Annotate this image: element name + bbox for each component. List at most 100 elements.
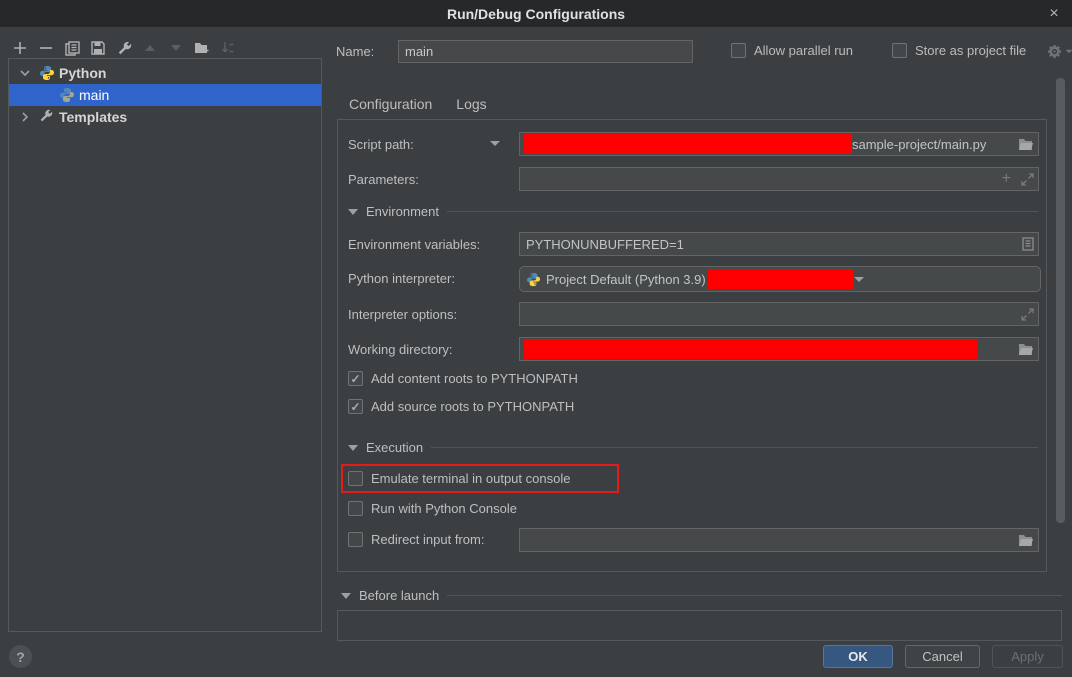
before-launch-section-header[interactable]: Before launch [341,588,1062,603]
env-vars-field[interactable]: PYTHONUNBUFFERED=1 [519,232,1039,256]
script-path-row: Script path: [348,132,414,156]
parameters-row: Parameters: [348,167,419,191]
checkbox-unchecked[interactable] [348,471,363,486]
tree-item-main[interactable]: main [9,84,321,106]
folder-icon[interactable] [1018,534,1034,547]
browse-variables-icon[interactable] [1022,237,1034,251]
script-path-dropdown-icon[interactable] [490,141,500,146]
checkbox-unchecked[interactable] [348,501,363,516]
name-label: Name: [336,44,374,59]
env-vars-value: PYTHONUNBUFFERED=1 [524,237,684,252]
store-as-project-file-label: Store as project file [915,43,1026,58]
working-directory-label: Working directory: [348,342,453,357]
tree-item-python[interactable]: Python [9,62,321,84]
python-icon [39,65,55,81]
script-path-field[interactable]: sample-project/main.py [519,132,1039,156]
section-divider [431,447,1038,448]
working-directory-row: Working directory: [348,337,453,361]
add-content-roots-checkbox[interactable]: ✓ Add content roots to PYTHONPATH [348,371,578,386]
before-launch-list[interactable] [337,610,1062,641]
interpreter-options-label: Interpreter options: [348,307,457,322]
checkbox-checked[interactable]: ✓ [348,399,363,414]
configurations-toolbar [12,39,236,57]
allow-parallel-run-checkbox[interactable]: Allow parallel run [731,43,853,58]
interpreter-options-field[interactable] [519,302,1039,326]
python-icon [526,272,541,287]
expand-field-icon[interactable] [1021,173,1034,186]
execution-section-label: Execution [366,440,423,455]
emulate-terminal-checkbox[interactable]: Emulate terminal in output console [348,471,570,486]
add-configuration-button[interactable] [12,40,28,56]
tree-item-label: Python [59,65,106,81]
vertical-scrollbar[interactable] [1056,78,1065,523]
ok-button[interactable]: OK [823,645,893,668]
before-launch-label: Before launch [359,588,439,603]
allow-parallel-run-label: Allow parallel run [754,43,853,58]
interpreter-label: Python interpreter: [348,271,455,286]
run-debug-configurations-dialog: Run/Debug Configurations × [0,0,1072,677]
parameters-field[interactable]: + [519,167,1039,191]
name-input[interactable] [398,40,693,63]
checkbox-checked[interactable]: ✓ [348,371,363,386]
close-icon[interactable]: × [1044,4,1064,24]
new-folder-icon[interactable] [194,40,210,56]
copy-configuration-icon[interactable] [64,40,80,56]
save-configuration-icon[interactable] [90,40,106,56]
tree-item-templates[interactable]: Templates [9,106,321,128]
redirect-input-field[interactable] [519,528,1039,552]
checkbox-unchecked[interactable] [348,532,363,547]
redaction-overlay [524,134,852,154]
chevron-down-icon [1066,50,1072,54]
section-divider [447,211,1038,212]
remove-configuration-button[interactable] [38,40,54,56]
python-icon [59,87,75,103]
add-source-roots-checkbox[interactable]: ✓ Add source roots to PYTHONPATH [348,399,574,414]
store-as-project-file-checkbox[interactable]: Store as project file [892,43,1026,58]
checkbox-unchecked[interactable] [731,43,746,58]
expand-field-icon[interactable] [1021,308,1034,321]
tree-item-label: Templates [59,109,127,125]
configurations-tree: Python main Templates [8,58,322,632]
titlebar: Run/Debug Configurations × [0,0,1072,27]
section-divider [447,595,1062,596]
environment-section-header[interactable]: Environment [348,204,1038,219]
run-python-console-label: Run with Python Console [371,501,517,516]
env-vars-row: Environment variables: [348,232,480,256]
sort-alphabetically-icon[interactable] [220,40,236,56]
edit-templates-icon[interactable] [116,40,132,56]
configuration-panel: Script path: sample-project/main.py Para… [337,119,1047,572]
folder-icon[interactable] [1018,343,1034,356]
apply-button[interactable]: Apply [992,645,1063,668]
move-up-icon[interactable] [142,40,158,56]
chevron-down-icon[interactable] [19,66,33,80]
add-source-roots-label: Add source roots to PYTHONPATH [371,399,574,414]
collapse-triangle-icon[interactable] [348,445,358,451]
environment-section-label: Environment [366,204,439,219]
redaction-overlay [524,339,977,359]
store-settings-gear[interactable] [1047,44,1072,59]
cancel-button[interactable]: Cancel [905,645,980,668]
redaction-overlay [708,269,854,289]
collapse-triangle-icon[interactable] [341,593,351,599]
emulate-terminal-label: Emulate terminal in output console [371,471,570,486]
gear-icon [1047,44,1062,59]
chevron-right-icon[interactable] [19,110,33,124]
tree-item-label: main [79,87,109,103]
redirect-input-checkbox[interactable]: Redirect input from: [348,532,484,547]
collapse-triangle-icon[interactable] [348,209,358,215]
interpreter-value: Project Default (Python 3.9) [546,272,706,287]
script-path-value: sample-project/main.py [852,137,986,152]
checkbox-unchecked[interactable] [892,43,907,58]
combo-arrow-icon[interactable] [854,277,864,282]
script-path-label: Script path: [348,137,414,152]
help-button[interactable]: ? [9,645,32,668]
add-macro-icon[interactable]: + [1002,170,1011,188]
move-down-icon[interactable] [168,40,184,56]
working-directory-field[interactable] [519,337,1039,361]
interpreter-row: Python interpreter: [348,266,455,290]
interpreter-combobox[interactable]: Project Default (Python 3.9) [519,266,1041,292]
run-python-console-checkbox[interactable]: Run with Python Console [348,501,517,516]
execution-section-header[interactable]: Execution [348,440,1038,455]
parameters-label: Parameters: [348,172,419,187]
folder-icon[interactable] [1018,138,1034,151]
